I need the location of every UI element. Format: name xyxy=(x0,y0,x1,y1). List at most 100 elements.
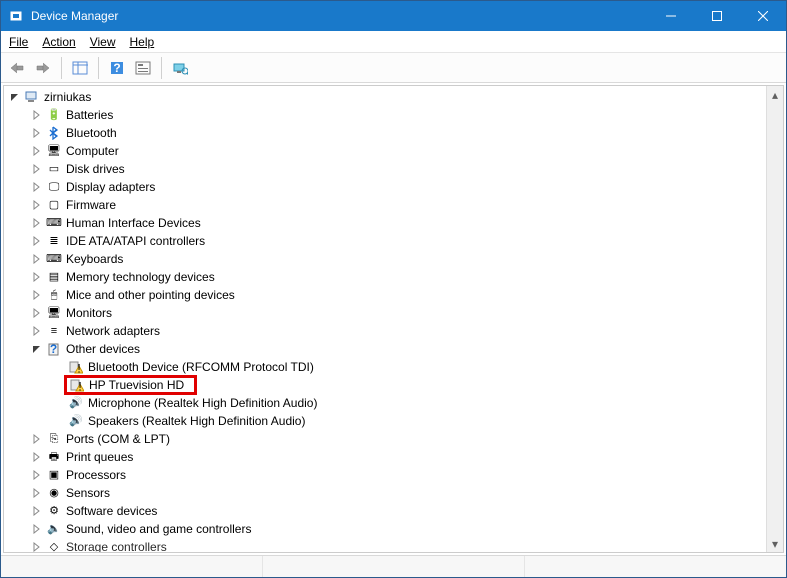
expand-icon[interactable] xyxy=(30,178,44,196)
tree-node-memtech[interactable]: ▤Memory technology devices xyxy=(8,268,766,286)
svg-text:?: ? xyxy=(50,342,57,356)
hid-icon: ⌨ xyxy=(46,215,62,231)
tree-node-hp-truevision[interactable]: !HP Truevision HD xyxy=(8,376,766,394)
tree-node-network[interactable]: ≡Network adapters xyxy=(8,322,766,340)
tree-node-ide[interactable]: ≣IDE ATA/ATAPI controllers xyxy=(8,232,766,250)
vertical-scrollbar[interactable]: ▴ ▾ xyxy=(766,86,783,552)
tree-node-bluetooth[interactable]: Bluetooth xyxy=(8,124,766,142)
expand-icon[interactable] xyxy=(30,520,44,538)
tree-node-mic-realtek[interactable]: 🔊Microphone (Realtek High Definition Aud… xyxy=(8,394,766,412)
expand-icon[interactable] xyxy=(30,448,44,466)
tree-node-label: HP Truevision HD xyxy=(89,376,190,394)
tree-node-sound[interactable]: 🔈Sound, video and game controllers xyxy=(8,520,766,538)
svg-text:?: ? xyxy=(113,61,120,75)
menu-file[interactable]: File xyxy=(9,35,28,49)
computer-root-icon xyxy=(24,89,40,105)
scroll-down-button[interactable]: ▾ xyxy=(767,535,783,552)
tree-node-processors[interactable]: ▣Processors xyxy=(8,466,766,484)
expand-icon[interactable] xyxy=(30,322,44,340)
tree-node-label: Processors xyxy=(66,466,132,484)
tree-node-diskdrives[interactable]: ▭Disk drives xyxy=(8,160,766,178)
tree-node-computer[interactable]: 🖥Computer xyxy=(8,142,766,160)
status-cell xyxy=(1,556,262,577)
expand-icon[interactable] xyxy=(30,124,44,142)
titlebar[interactable]: Device Manager xyxy=(1,1,786,31)
tree-node-label: Other devices xyxy=(66,340,146,358)
expand-icon[interactable] xyxy=(30,502,44,520)
collapse-icon[interactable] xyxy=(8,88,22,106)
expand-icon[interactable] xyxy=(30,538,44,552)
properties-button[interactable] xyxy=(131,56,155,80)
printer-icon: 🖶 xyxy=(46,449,62,465)
question-icon: ? xyxy=(46,341,62,357)
tree-node-keyboards[interactable]: ⌨Keyboards xyxy=(8,250,766,268)
expand-icon[interactable] xyxy=(30,466,44,484)
tree-node-label: Firmware xyxy=(66,196,122,214)
expand-icon[interactable] xyxy=(30,484,44,502)
tree-node-label: Display adapters xyxy=(66,178,161,196)
menu-action[interactable]: Action xyxy=(42,35,75,49)
expand-icon[interactable] xyxy=(30,430,44,448)
tree-node-other[interactable]: ? Other devices xyxy=(8,340,766,358)
expand-icon[interactable] xyxy=(30,196,44,214)
toolbar-separator xyxy=(98,57,99,79)
tree-node-software[interactable]: ⚙Software devices xyxy=(8,502,766,520)
scan-hardware-button[interactable] xyxy=(168,56,192,80)
tree-node-mice[interactable]: 🖱Mice and other pointing devices xyxy=(8,286,766,304)
menu-view[interactable]: View xyxy=(90,35,116,49)
help-button[interactable]: ? xyxy=(105,56,129,80)
app-icon xyxy=(9,8,25,24)
toolbar: ? xyxy=(1,53,786,83)
tree-node-displayadapters[interactable]: 🖵Display adapters xyxy=(8,178,766,196)
tree-node-printq[interactable]: 🖶Print queues xyxy=(8,448,766,466)
monitor-icon: 🖥 xyxy=(46,143,62,159)
tree-node-storagectrl[interactable]: ◇Storage controllers xyxy=(8,538,766,552)
back-button[interactable] xyxy=(5,56,29,80)
tree-node-label: Bluetooth xyxy=(66,124,123,142)
speaker-icon: 🔊 xyxy=(68,413,84,429)
device-tree[interactable]: zirniukas🔋BatteriesBluetooth🖥Computer▭Di… xyxy=(4,86,766,552)
minimize-button[interactable] xyxy=(648,1,694,31)
tree-node-ports[interactable]: ⎘Ports (COM & LPT) xyxy=(8,430,766,448)
network-icon: ≡ xyxy=(46,323,62,339)
ide-icon: ≣ xyxy=(46,233,62,249)
tree-node-batteries[interactable]: 🔋Batteries xyxy=(8,106,766,124)
tree-node-label: Speakers (Realtek High Definition Audio) xyxy=(88,412,311,430)
collapse-icon[interactable] xyxy=(30,340,44,358)
tree-node-spk-realtek[interactable]: 🔊Speakers (Realtek High Definition Audio… xyxy=(8,412,766,430)
window-title: Device Manager xyxy=(31,9,648,23)
expand-icon[interactable] xyxy=(30,160,44,178)
maximize-button[interactable] xyxy=(694,1,740,31)
menubar: File Action View Help xyxy=(1,31,786,53)
show-hide-tree-button[interactable] xyxy=(68,56,92,80)
tree-node-label: Human Interface Devices xyxy=(66,214,207,232)
tree-node-firmware[interactable]: ▢Firmware xyxy=(8,196,766,214)
scroll-track[interactable] xyxy=(767,103,783,535)
spacer xyxy=(52,358,66,376)
expand-icon[interactable] xyxy=(30,106,44,124)
tree-frame: zirniukas🔋BatteriesBluetooth🖥Computer▭Di… xyxy=(3,85,784,553)
keyboard-icon: ⌨ xyxy=(46,251,62,267)
expand-icon[interactable] xyxy=(30,268,44,286)
tree-node-hid[interactable]: ⌨Human Interface Devices xyxy=(8,214,766,232)
expand-icon[interactable] xyxy=(30,250,44,268)
battery-icon: 🔋 xyxy=(46,107,62,123)
spacer xyxy=(52,394,66,412)
tree-node-monitors[interactable]: 🖥Monitors xyxy=(8,304,766,322)
scroll-up-button[interactable]: ▴ xyxy=(767,86,783,103)
tree-node-bt-rfcomm[interactable]: !Bluetooth Device (RFCOMM Protocol TDI) xyxy=(8,358,766,376)
expand-icon[interactable] xyxy=(30,304,44,322)
tree-node-label: Disk drives xyxy=(66,160,131,178)
forward-button[interactable] xyxy=(31,56,55,80)
expand-icon[interactable] xyxy=(30,232,44,250)
expand-icon[interactable] xyxy=(30,142,44,160)
status-cell xyxy=(524,556,786,577)
close-button[interactable] xyxy=(740,1,786,31)
expand-icon[interactable] xyxy=(30,214,44,232)
tree-node-sensors[interactable]: ◉Sensors xyxy=(8,484,766,502)
software-icon: ⚙ xyxy=(46,503,62,519)
menu-help[interactable]: Help xyxy=(130,35,155,49)
tree-root-node[interactable]: zirniukas xyxy=(8,88,766,106)
tree-node-label: IDE ATA/ATAPI controllers xyxy=(66,232,211,250)
expand-icon[interactable] xyxy=(30,286,44,304)
